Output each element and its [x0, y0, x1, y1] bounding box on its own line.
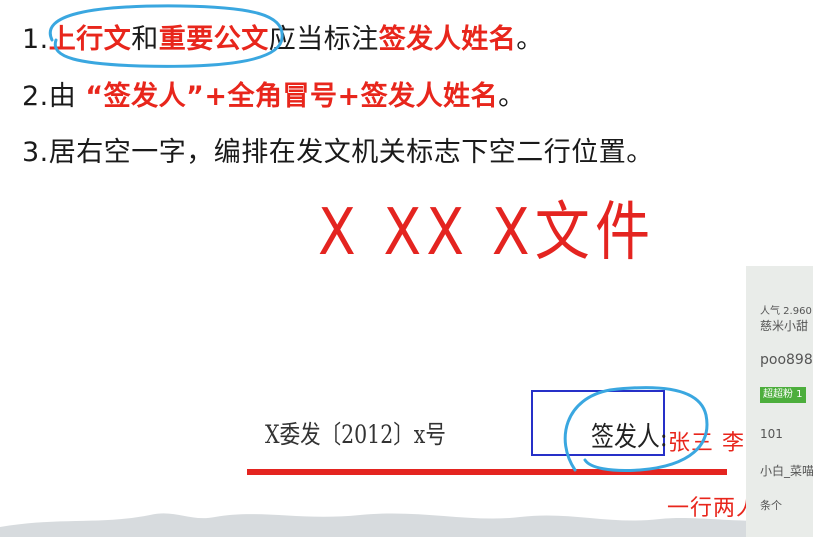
rule-1-end: 。 — [516, 24, 544, 55]
rule-2-number: 2. — [22, 81, 49, 112]
popularity-counter: 人气 2.960 — [760, 306, 812, 317]
rule-1-and: 和 — [131, 24, 159, 55]
chat-user[interactable]: 慈米小甜 — [760, 317, 808, 334]
rule-2-format: “签发人”+全角冒号+签发人姓名 — [85, 81, 499, 112]
signer-label: 签发人: — [591, 422, 668, 453]
chat-user[interactable]: 条个 — [760, 497, 782, 513]
fan-badge: 超超粉 1 — [760, 387, 806, 403]
rule-line-1: 1.上行文和重要公文应当标注签发人姓名。 — [22, 23, 544, 57]
rule-line-2: 2.由 “签发人”+全角冒号+签发人姓名。 — [22, 80, 526, 114]
chat-user[interactable]: 小白_菜喵 — [760, 462, 813, 479]
rule-1-number: 1. — [22, 24, 49, 55]
chat-user[interactable]: 101 — [760, 427, 783, 441]
rule-1-important-doc: 重要公文 — [158, 24, 269, 55]
document-number: X委发〔2012〕x号 — [265, 420, 446, 449]
document-title: X XX X文件 — [318, 196, 656, 270]
live-chat-panel[interactable]: 人气 2.960 慈米小甜 poo8989 超超粉 1 101 小白_菜喵 条个 — [746, 266, 813, 537]
rule-line-3: 3.居右空一字，编排在发文机关标志下空二行位置。 — [22, 137, 654, 168]
rule-2-by: 由 — [48, 81, 86, 112]
chat-user[interactable]: poo8989 — [760, 352, 813, 368]
rule-2-end: 。 — [498, 81, 526, 112]
rule-1-should-mark: 应当标注 — [268, 24, 379, 55]
red-separator-line — [247, 469, 727, 475]
rule-1-signer-name: 签发人姓名 — [378, 24, 517, 55]
rule-1-upward-doc: 上行文 — [48, 24, 132, 55]
